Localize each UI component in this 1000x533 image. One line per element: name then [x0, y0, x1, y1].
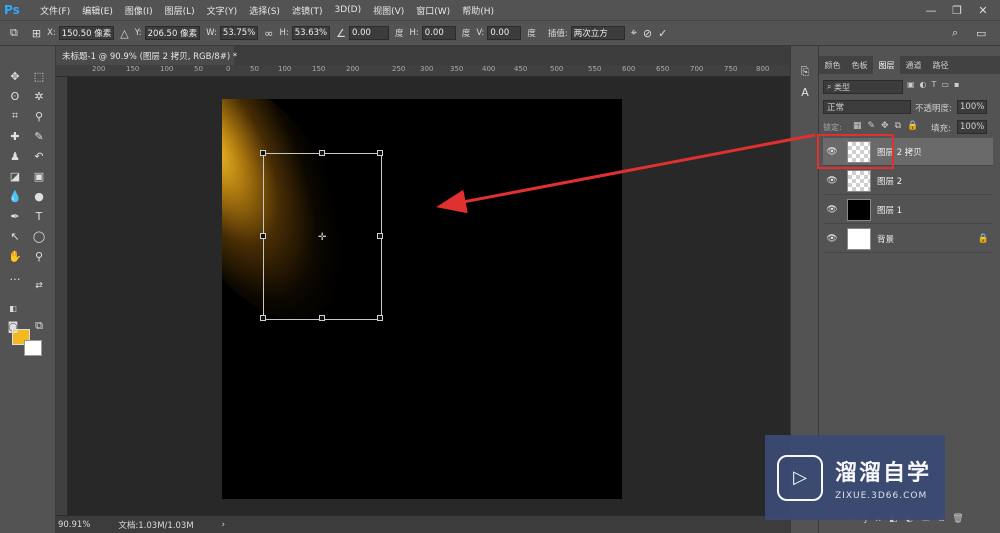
watermark-title: 溜溜自学	[835, 460, 932, 486]
watermark-logo: ▷ 溜溜自学 ZIXUE.3D66.COM	[765, 435, 945, 520]
play-icon: ▷	[777, 454, 823, 501]
watermark-url: ZIXUE.3D66.COM	[835, 490, 928, 501]
